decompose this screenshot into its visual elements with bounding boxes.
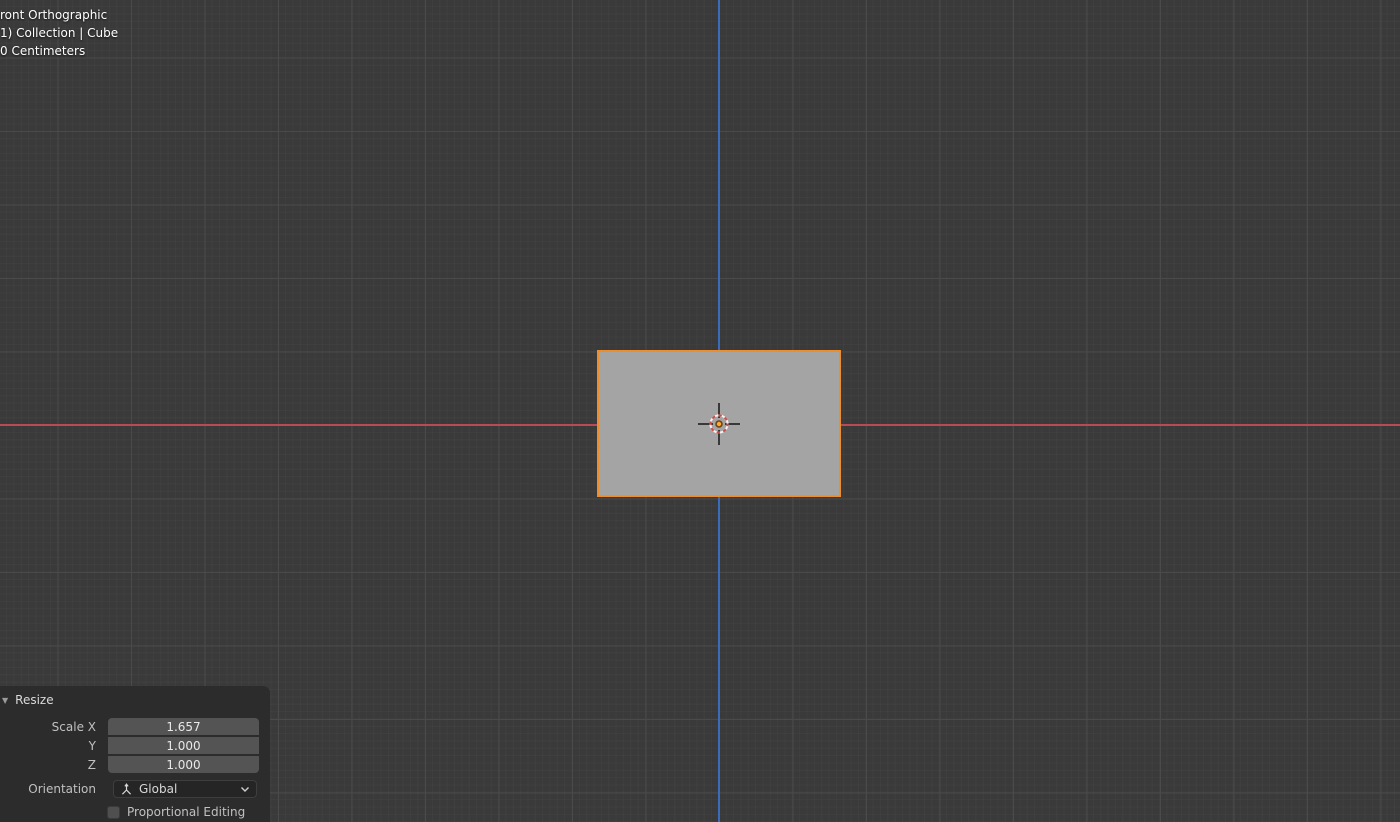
collection-object-label: 1) Collection | Cube	[0, 26, 119, 40]
scale-y-value: 1.000	[166, 738, 201, 753]
scale-x-label: Scale X	[51, 719, 96, 734]
viewport-overlay-text: ront Orthographic 1) Collection | Cube 0…	[0, 6, 118, 60]
scale-x-field[interactable]: 1.657	[108, 718, 259, 735]
3d-cursor-icon	[698, 403, 740, 445]
scale-x-value: 1.657	[166, 719, 201, 734]
scale-z-label: Z	[87, 757, 96, 772]
orientation-value: Global	[139, 782, 178, 796]
object-origin-dot	[715, 420, 723, 428]
orientation-label: Orientation	[28, 782, 96, 796]
resize-operator-panel: ▼ Resize Scale X 1.657 Y 1.000 Z 1.000 O…	[0, 686, 270, 822]
view-name-label: ront Orthographic	[0, 8, 108, 22]
orientation-axes-icon	[121, 782, 132, 795]
grid-scale-label: 0 Centimeters	[0, 44, 86, 58]
scale-z-value: 1.000	[166, 757, 201, 772]
scale-y-field[interactable]: 1.000	[108, 737, 259, 754]
resize-panel-header[interactable]: ▼ Resize	[2, 691, 54, 709]
proportional-editing-checkbox[interactable]	[107, 805, 120, 819]
collapse-triangle-icon: ▼	[2, 695, 9, 705]
resize-panel-title: Resize	[15, 693, 54, 707]
proportional-editing-label: Proportional Editing	[127, 805, 246, 819]
scale-z-field[interactable]: 1.000	[108, 756, 259, 773]
orientation-dropdown[interactable]: Global	[113, 780, 257, 798]
chevron-down-icon	[241, 786, 249, 792]
blender-3d-viewport[interactable]: ront Orthographic 1) Collection | Cube 0…	[0, 0, 1400, 822]
scale-y-label: Y	[88, 738, 96, 753]
